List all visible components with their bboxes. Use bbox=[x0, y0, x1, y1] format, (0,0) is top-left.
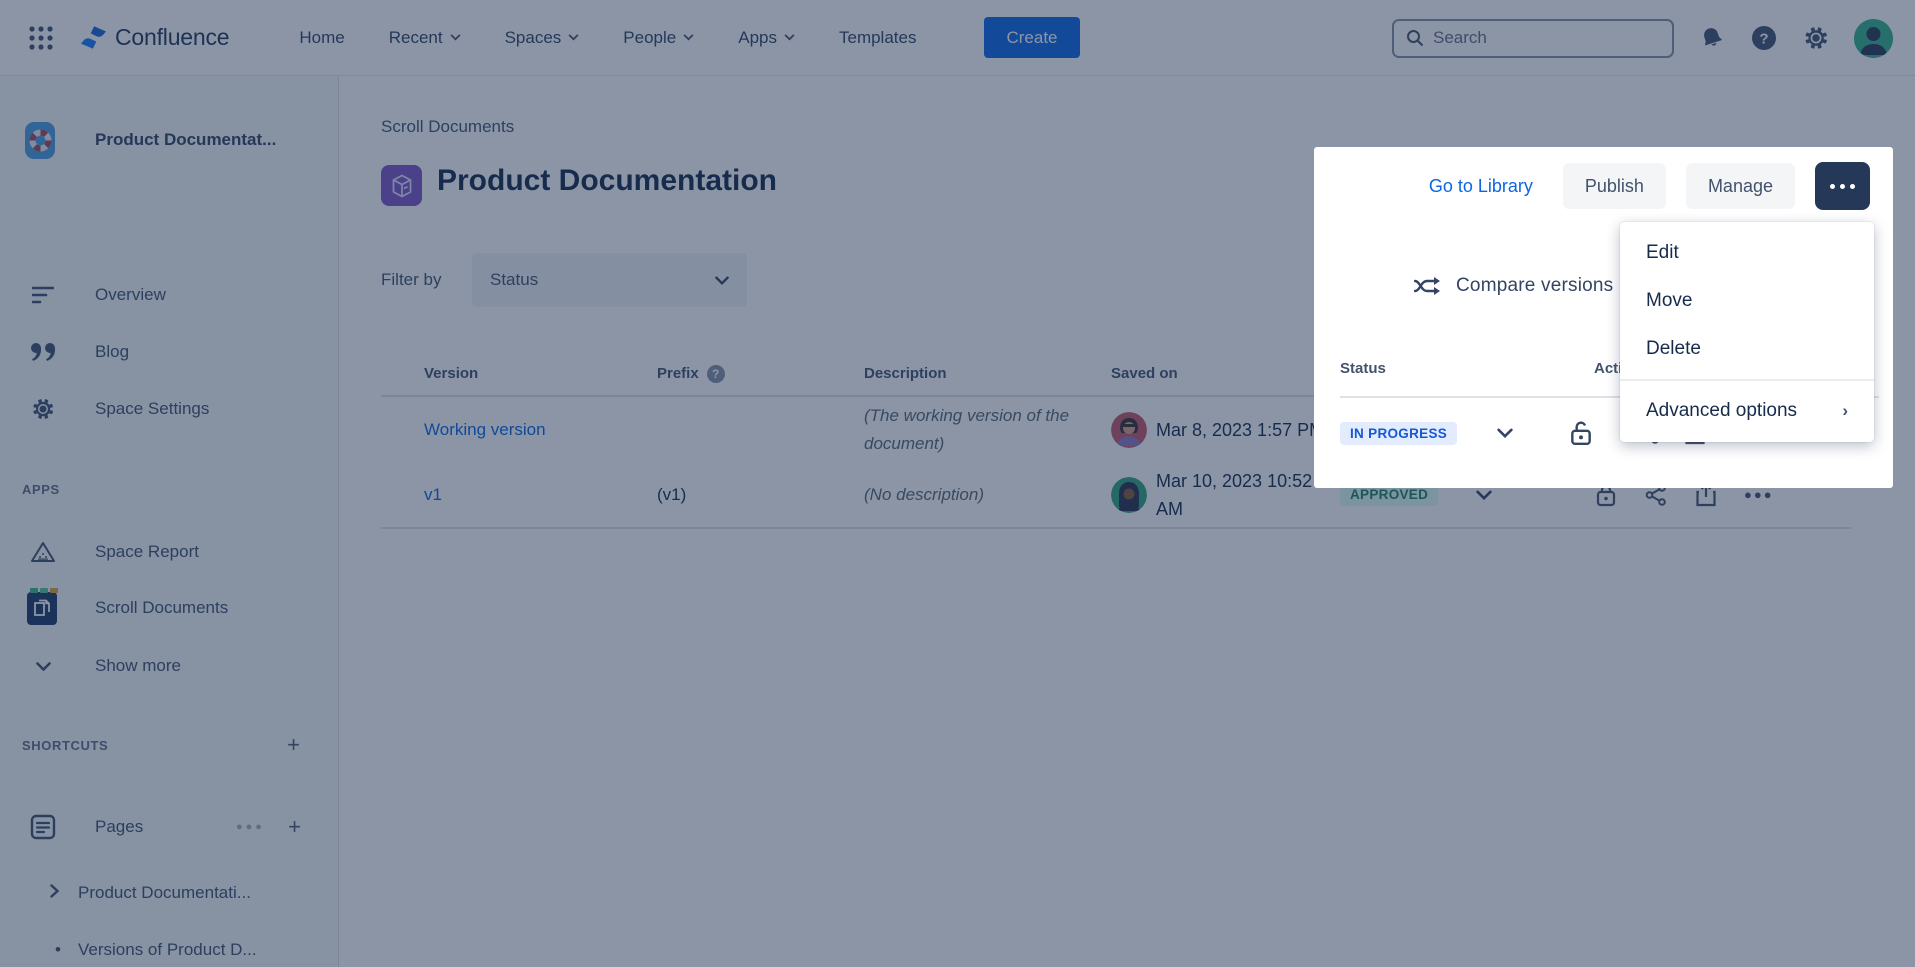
more-actions-dropdown-menu: Edit Move Delete Advanced options › bbox=[1620, 222, 1874, 442]
menu-divider bbox=[1620, 379, 1874, 381]
panel-status-header: Status bbox=[1340, 360, 1386, 377]
menu-item-advanced-options[interactable]: Advanced options › bbox=[1620, 387, 1874, 435]
menu-item-move[interactable]: Move bbox=[1620, 277, 1874, 325]
chevron-down-icon[interactable] bbox=[1497, 428, 1513, 438]
compare-versions-label: Compare versions bbox=[1456, 275, 1613, 297]
more-actions-button[interactable] bbox=[1815, 162, 1870, 210]
compare-shuffle-icon bbox=[1414, 275, 1441, 297]
menu-item-delete[interactable]: Delete bbox=[1620, 325, 1874, 373]
chevron-right-icon: › bbox=[1842, 401, 1848, 421]
publish-button[interactable]: Publish bbox=[1563, 163, 1666, 209]
document-actions-toolbar: Go to Library Publish Manage bbox=[1429, 162, 1870, 210]
unlock-icon[interactable] bbox=[1569, 421, 1593, 445]
menu-item-edit[interactable]: Edit bbox=[1620, 229, 1874, 277]
manage-button[interactable]: Manage bbox=[1686, 163, 1795, 209]
go-to-library-link[interactable]: Go to Library bbox=[1429, 176, 1533, 197]
compare-versions-button[interactable]: Compare versions bbox=[1414, 275, 1613, 297]
status-badge[interactable]: IN PROGRESS bbox=[1340, 422, 1457, 445]
confluence-app: Confluence Home Recent Spaces People App… bbox=[0, 0, 1915, 967]
advanced-options-label: Advanced options bbox=[1646, 400, 1797, 422]
